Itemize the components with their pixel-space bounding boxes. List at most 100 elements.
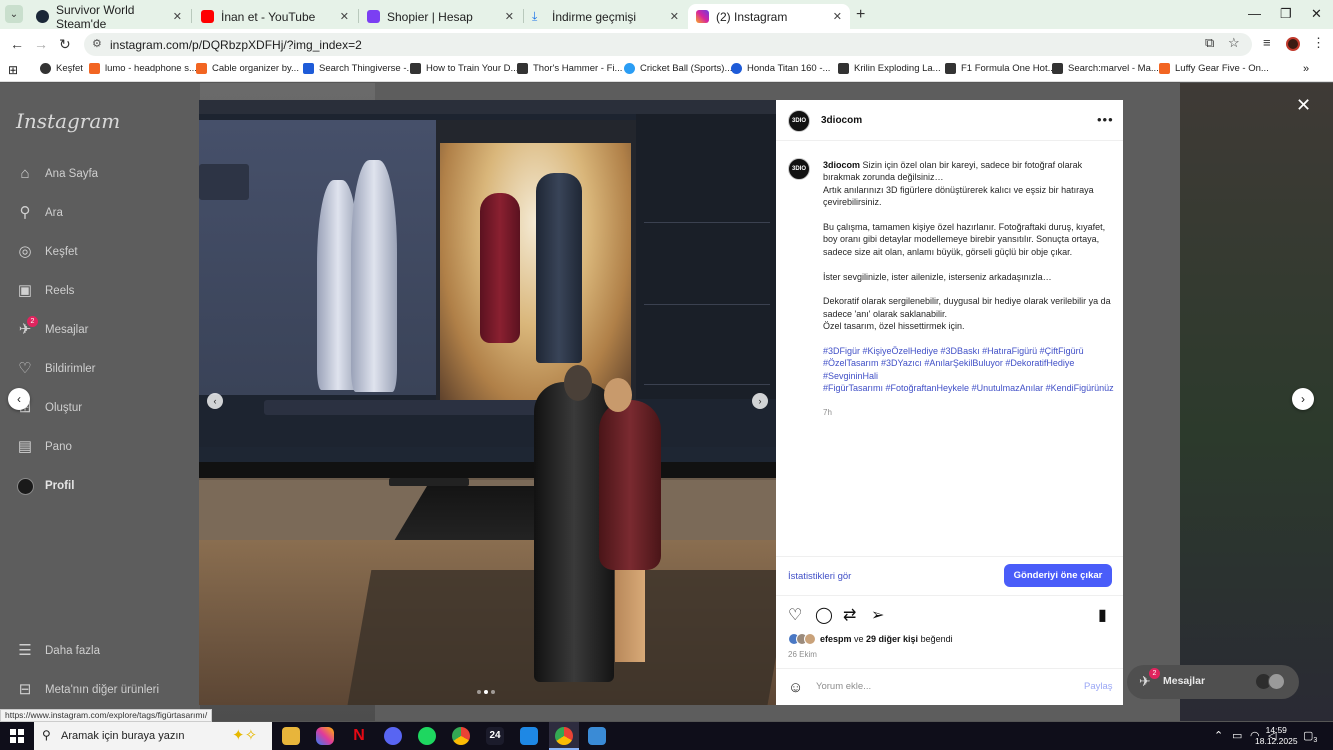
bookmark-item[interactable]: How to Train Your D... — [410, 63, 518, 74]
sidebar-item-home[interactable]: ⌂ Ana Sayfa — [16, 165, 98, 183]
sidebar-item-notifications[interactable]: ♡ Bildirimler — [16, 360, 95, 378]
tray-chevron-icon[interactable]: ⌃ — [1214, 729, 1223, 742]
instagram-logo[interactable]: Instagram — [16, 109, 120, 133]
bookmark-item[interactable]: Keşfet — [40, 63, 83, 74]
photo-couple-picture — [440, 143, 631, 407]
sidebar-item-search[interactable]: ⚲ Ara — [16, 204, 63, 222]
bookmark-item[interactable]: F1 Formula One Hot... — [945, 63, 1056, 74]
bookmark-item[interactable]: Krilin Exploding La... — [838, 63, 941, 74]
bookmark-item[interactable]: Thor's Hammer - Fi... — [517, 63, 622, 74]
bookmarks-overflow-icon[interactable]: » — [1303, 63, 1309, 75]
caption-username[interactable]: 3diocom — [823, 160, 860, 170]
close-tab-icon[interactable]: ✕ — [173, 10, 182, 23]
network-icon[interactable]: ▭ — [1232, 729, 1242, 742]
like-icon[interactable]: ♡ — [788, 605, 802, 625]
bookmark-item[interactable]: Luffy Gear Five - On... — [1159, 63, 1269, 74]
site-info-icon[interactable]: ⚙ — [92, 37, 102, 50]
restore-button[interactable]: ❐ — [1280, 6, 1292, 22]
tab-downloads[interactable]: ⤓ İndirme geçmişi ✕ — [524, 4, 687, 29]
bookmark-item[interactable]: lumo - headphone s... — [89, 63, 197, 74]
install-app-icon[interactable]: ⧉ — [1205, 35, 1214, 51]
share-icon[interactable]: ➢ — [871, 605, 884, 625]
apps-grid-icon[interactable]: ⊞ — [8, 63, 18, 77]
bookmark-favicon — [624, 63, 635, 74]
chrome-menu-icon[interactable]: ⋮ — [1312, 35, 1325, 51]
caption-hashtags[interactable]: #FigürTasarımı #FotoğraftanHeykele #Unut… — [823, 382, 1115, 394]
bookmark-star-icon[interactable]: ☆ — [1228, 35, 1240, 51]
boost-post-button[interactable]: Gönderiyi öne çıkar — [1004, 564, 1112, 587]
url-text[interactable]: instagram.com/p/DQRbzpXDFHj/?img_index=2 — [110, 38, 362, 52]
close-modal-icon[interactable]: ✕ — [1296, 95, 1311, 116]
comment-input[interactable]: Yorum ekle... — [816, 681, 871, 692]
system-clock[interactable]: 14:59 18.12.2025 — [1255, 725, 1298, 747]
close-tab-icon[interactable]: ✕ — [340, 10, 349, 23]
author-username[interactable]: 3diocom — [821, 115, 862, 126]
bookmark-item[interactable]: Search:marvel - Ma... — [1052, 63, 1159, 74]
close-window-button[interactable]: ✕ — [1311, 6, 1322, 22]
profile-avatar[interactable] — [1286, 37, 1300, 51]
app-24-icon[interactable]: 24 — [486, 727, 504, 745]
post-image[interactable]: ‹ › — [199, 100, 776, 705]
liker-username[interactable]: efespm — [820, 634, 852, 644]
youtube-icon — [201, 10, 214, 23]
spotify-icon[interactable] — [418, 727, 436, 745]
netflix-icon[interactable]: N — [350, 727, 368, 745]
discord-icon[interactable] — [384, 727, 402, 745]
app-c-icon[interactable] — [520, 727, 538, 745]
bookmark-item[interactable]: Honda Titan 160 -... — [731, 63, 830, 74]
save-bookmark-icon[interactable]: ▮ — [1098, 605, 1107, 625]
sidebar-item-messages[interactable]: ✈ 2 Mesajlar — [16, 316, 88, 339]
liked-by-row[interactable]: efespm ve 29 diğer kişi beğendi — [788, 633, 953, 645]
tab-title: İnan et - YouTube — [221, 9, 316, 24]
app-blue-icon[interactable] — [588, 727, 606, 745]
tab-steam[interactable]: Survivor World Steam'de ✕ — [28, 3, 190, 31]
sidebar-item-explore[interactable]: ◎ Keşfet — [16, 243, 77, 261]
close-tab-icon[interactable]: ✕ — [833, 10, 842, 23]
bookmark-item[interactable]: Search Thingiverse -... — [303, 63, 414, 74]
file-explorer-icon[interactable] — [282, 727, 300, 745]
bookmark-item[interactable]: Cable organizer by... — [196, 63, 299, 74]
taskbar-search-box[interactable]: ⚲ Aramak için buraya yazın ✦✧ — [34, 722, 272, 750]
tab-shopier[interactable]: Shopier | Hesap ✕ — [359, 4, 522, 29]
windows-start-icon[interactable] — [10, 729, 24, 743]
media-control-icon[interactable]: ≡ — [1263, 35, 1271, 50]
bookmark-favicon — [517, 63, 528, 74]
reload-icon[interactable]: ↻ — [59, 36, 71, 53]
sidebar-item-profile[interactable]: Profil — [16, 477, 74, 495]
prev-post-button[interactable]: ‹ — [8, 388, 30, 410]
forward-icon[interactable]: → — [34, 36, 48, 52]
chrome-profile-icon[interactable] — [555, 727, 573, 745]
omnibox[interactable]: ⚙ instagram.com/p/DQRbzpXDFHj/?img_index… — [84, 33, 1252, 56]
minimize-button[interactable]: — — [1248, 6, 1261, 21]
chrome-icon[interactable] — [452, 727, 470, 745]
caption-hashtags[interactable]: #3DFigür #KişiyeÖzelHediye #3DBaskı #Hat… — [823, 345, 1115, 382]
copilot-icon[interactable] — [316, 727, 334, 745]
tab-search-button[interactable]: ⌄ — [5, 5, 23, 23]
sidebar-item-meta[interactable]: ⊟ Meta'nın diğer ürünleri — [16, 681, 159, 699]
carousel-prev-button[interactable]: ‹ — [207, 393, 223, 409]
sidebar-item-dashboard[interactable]: ▤ Pano — [16, 438, 72, 456]
sidebar-item-reels[interactable]: ▣ Reels — [16, 282, 75, 300]
close-tab-icon[interactable]: ✕ — [670, 10, 679, 23]
post-comment-button[interactable]: Paylaş — [1084, 681, 1113, 692]
tab-youtube[interactable]: İnan et - YouTube ✕ — [193, 4, 357, 29]
close-tab-icon[interactable]: ✕ — [505, 10, 514, 23]
messages-floating-button[interactable]: ✈ 2 Mesajlar — [1127, 665, 1299, 699]
view-insights-link[interactable]: İstatistikleri gör — [788, 571, 851, 582]
emoji-icon[interactable]: ☺ — [788, 679, 803, 696]
repost-icon[interactable]: ⇄ — [843, 605, 856, 625]
more-options-icon[interactable]: ••• — [1097, 112, 1114, 127]
carousel-next-button[interactable]: › — [752, 393, 768, 409]
author-avatar[interactable]: 3DIO — [788, 110, 810, 132]
notification-icon[interactable]: ▢3 — [1303, 729, 1317, 744]
bookmark-item[interactable]: Cricket Ball (Sports)... — [624, 63, 732, 74]
back-icon[interactable]: ← — [10, 36, 24, 52]
caption-avatar[interactable]: 3DIO — [788, 158, 810, 180]
new-tab-button[interactable]: + — [856, 6, 865, 24]
bookmark-label: Luffy Gear Five - On... — [1175, 63, 1269, 74]
comment-icon[interactable]: ◯ — [815, 605, 833, 625]
likes-count[interactable]: 29 diğer kişi — [866, 634, 918, 644]
sidebar-item-more[interactable]: ☰ Daha fazla — [16, 642, 100, 660]
next-post-button[interactable]: › — [1292, 388, 1314, 410]
tab-instagram[interactable]: (2) Instagram ✕ — [688, 4, 850, 29]
